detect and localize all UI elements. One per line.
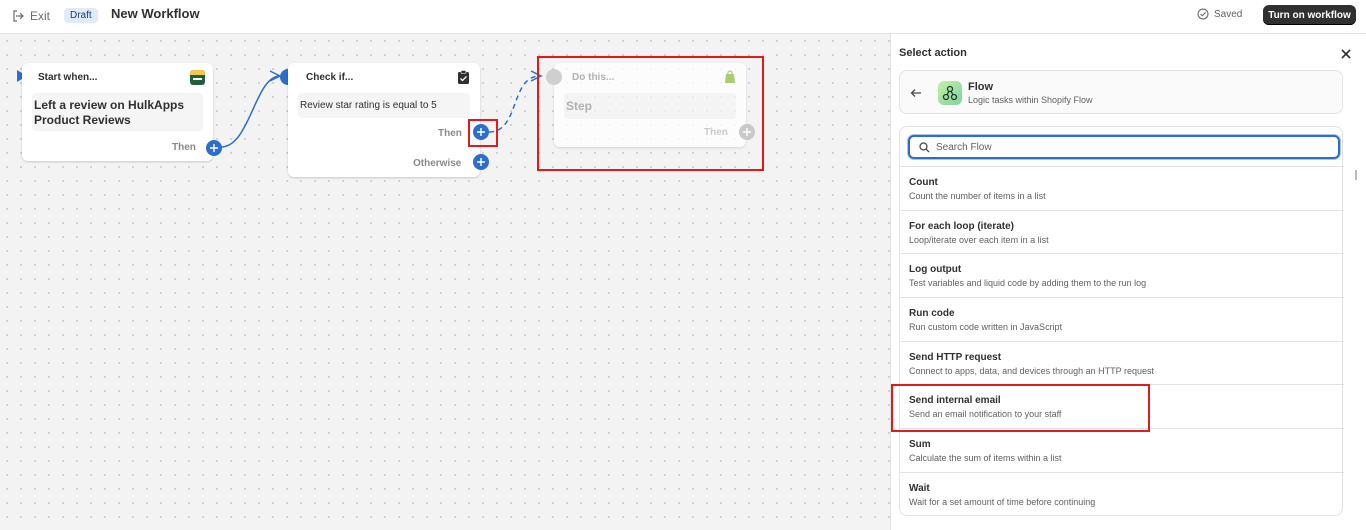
- list-item[interactable]: Wait Wait for a set amount of time befor…: [900, 472, 1344, 515]
- action-description: Connect to apps, data, and devices throu…: [909, 366, 1154, 376]
- hulkapps-icon: [190, 70, 205, 85]
- workflow-canvas[interactable]: Start when... Left a review on HulkApps …: [0, 34, 890, 530]
- action-description: Count the number of items in a list: [909, 191, 1046, 201]
- clipboard-check-icon: [458, 70, 469, 84]
- panel-title: Select action: [899, 47, 967, 59]
- action-description: Run custom code written in JavaScript: [909, 322, 1063, 332]
- check-condition-card[interactable]: Check if... Review star rating is equal …: [288, 63, 480, 177]
- action-description: Loop/iterate over each item in a list: [909, 235, 1049, 245]
- action-title: Log output: [909, 264, 962, 275]
- start-add-step-button[interactable]: [206, 140, 222, 156]
- list-item[interactable]: Log output Test variables and liquid cod…: [900, 253, 1344, 296]
- action-title: Send HTTP request: [909, 352, 1002, 363]
- exit-icon: [13, 10, 24, 22]
- start-trigger-card[interactable]: Start when... Left a review on HulkApps …: [22, 63, 213, 161]
- app-description: Logic tasks within Shopify Flow: [968, 95, 1093, 105]
- exit-button[interactable]: Exit: [12, 8, 50, 24]
- saved-status: Saved: [1197, 8, 1242, 20]
- search-icon: [919, 142, 930, 153]
- then-button-highlight: [468, 119, 498, 147]
- action-title: For each loop (iterate): [909, 221, 1015, 232]
- check-otherwise-add-button[interactable]: [473, 154, 489, 170]
- action-description: Test variables and liquid code by adding…: [909, 278, 1147, 288]
- app-name: Flow: [968, 81, 994, 93]
- start-card-label: Start when...: [38, 72, 98, 83]
- list-item[interactable]: Sum Calculate the sum of items within a …: [900, 428, 1344, 471]
- action-title: Run code: [909, 308, 955, 319]
- close-icon[interactable]: [1339, 47, 1353, 61]
- list-item[interactable]: For each loop (iterate) Loop/iterate ove…: [900, 210, 1344, 253]
- action-title: Sum: [909, 439, 931, 450]
- start-then-label: Then: [172, 142, 196, 153]
- action-title: Wait: [909, 483, 930, 494]
- exit-label: Exit: [30, 9, 51, 23]
- trigger-text: Left a review on HulkApps Product Review…: [34, 98, 185, 127]
- send-email-highlight: [891, 384, 1150, 432]
- search-container: [899, 126, 1343, 166]
- search-input[interactable]: [936, 139, 1326, 155]
- list-item[interactable]: Count Count the number of items in a lis…: [900, 166, 1344, 209]
- select-action-panel: Select action Flow Logic tasks within Sh…: [890, 34, 1366, 530]
- workflow-title[interactable]: New Workflow: [111, 6, 200, 21]
- plus-icon: [477, 158, 485, 166]
- top-bar: Exit Draft New Workflow Saved Turn on wo…: [0, 0, 1366, 34]
- check-circle-icon: [1197, 8, 1209, 20]
- action-list: Count Count the number of items in a lis…: [899, 166, 1344, 516]
- check-otherwise-label: Otherwise: [413, 158, 462, 169]
- list-item[interactable]: Run code Run custom code written in Java…: [900, 297, 1344, 340]
- flow-icon: [938, 81, 962, 105]
- list-item[interactable]: Send HTTP request Connect to apps, data,…: [900, 341, 1344, 384]
- check-card-label: Check if...: [306, 72, 354, 83]
- panel-scrollbar[interactable]: [1355, 170, 1357, 180]
- search-box[interactable]: [908, 135, 1340, 159]
- draft-badge: Draft: [64, 8, 98, 23]
- turn-on-workflow-button[interactable]: Turn on workflow: [1263, 5, 1356, 25]
- action-description: Wait for a set amount of time before con…: [909, 497, 1096, 507]
- action-title: Count: [909, 177, 938, 188]
- check-then-label: Then: [438, 128, 462, 139]
- action-description: Calculate the sum of items within a list: [909, 453, 1062, 463]
- new-step-highlight: [537, 56, 764, 171]
- back-arrow-icon[interactable]: [910, 87, 922, 99]
- saved-label: Saved: [1214, 8, 1243, 20]
- flow-app-card: Flow Logic tasks within Shopify Flow: [899, 70, 1343, 114]
- condition-text: Review star rating is equal to 5: [300, 100, 437, 111]
- plus-icon: [210, 144, 218, 152]
